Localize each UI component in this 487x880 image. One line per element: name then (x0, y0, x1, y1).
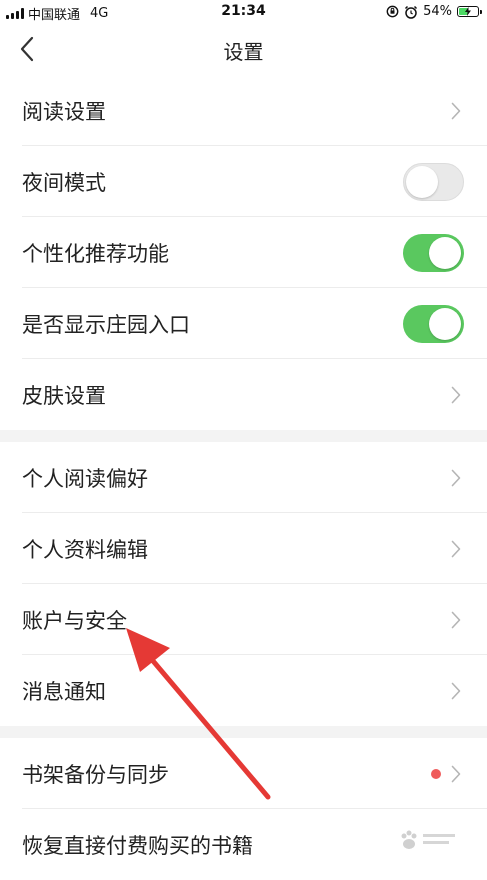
settings-row-profile-edit[interactable]: 个人资料编辑 (0, 513, 487, 584)
page-title: 设置 (223, 40, 264, 64)
settings-row-reading[interactable]: 阅读设置 (0, 75, 487, 146)
watermark-logo (399, 828, 459, 857)
settings-row-manor-entry: 是否显示庄园入口 (0, 288, 487, 359)
orientation-lock-icon (386, 5, 399, 18)
row-label: 皮肤设置 (22, 383, 106, 408)
row-label: 个人阅读偏好 (22, 466, 148, 491)
chevron-right-icon (451, 102, 461, 119)
navigation-bar: 设置 (0, 24, 487, 76)
alarm-icon (405, 5, 418, 19)
toggle-knob (429, 307, 461, 340)
section-gap (0, 430, 487, 442)
night-mode-toggle[interactable] (403, 162, 464, 201)
toggle-knob (406, 165, 438, 198)
row-label: 个性化推荐功能 (22, 241, 169, 266)
chevron-right-icon (451, 611, 461, 628)
settings-row-skin[interactable]: 皮肤设置 (0, 359, 487, 430)
settings-row-account-security[interactable]: 账户与安全 (0, 584, 487, 655)
settings-row-reading-preference[interactable]: 个人阅读偏好 (0, 442, 487, 513)
battery-icon (457, 6, 482, 17)
settings-row-bookshelf-backup[interactable]: 书架备份与同步 (0, 738, 487, 809)
chevron-right-icon (451, 386, 461, 403)
chevron-right-icon (451, 469, 461, 486)
battery-percent: 54% (423, 4, 452, 19)
paw-icon (401, 830, 455, 849)
row-label: 书架备份与同步 (22, 762, 169, 787)
new-badge-dot (431, 768, 441, 779)
row-label: 是否显示庄园入口 (22, 312, 190, 337)
personalized-recommend-toggle[interactable] (403, 233, 464, 272)
charging-bolt-icon (465, 7, 471, 16)
status-right: 54% (386, 4, 482, 19)
row-label: 恢复直接付费购买的书籍 (22, 833, 253, 858)
status-bar: 中国联通 4G 21:34 54% (0, 0, 487, 24)
manor-entry-toggle[interactable] (403, 304, 464, 343)
toggle-knob (429, 236, 461, 269)
section-gap (0, 726, 487, 738)
chevron-right-icon (451, 540, 461, 557)
row-label: 夜间模式 (22, 170, 106, 195)
row-label: 阅读设置 (22, 99, 106, 124)
chevron-right-icon (451, 765, 461, 782)
chevron-right-icon (451, 682, 461, 699)
row-label: 个人资料编辑 (22, 537, 148, 562)
row-label: 消息通知 (22, 679, 106, 704)
settings-row-personalized-recommend: 个性化推荐功能 (0, 217, 487, 288)
settings-row-night-mode: 夜间模式 (0, 146, 487, 217)
settings-row-notifications[interactable]: 消息通知 (0, 655, 487, 726)
row-label: 账户与安全 (22, 608, 127, 633)
